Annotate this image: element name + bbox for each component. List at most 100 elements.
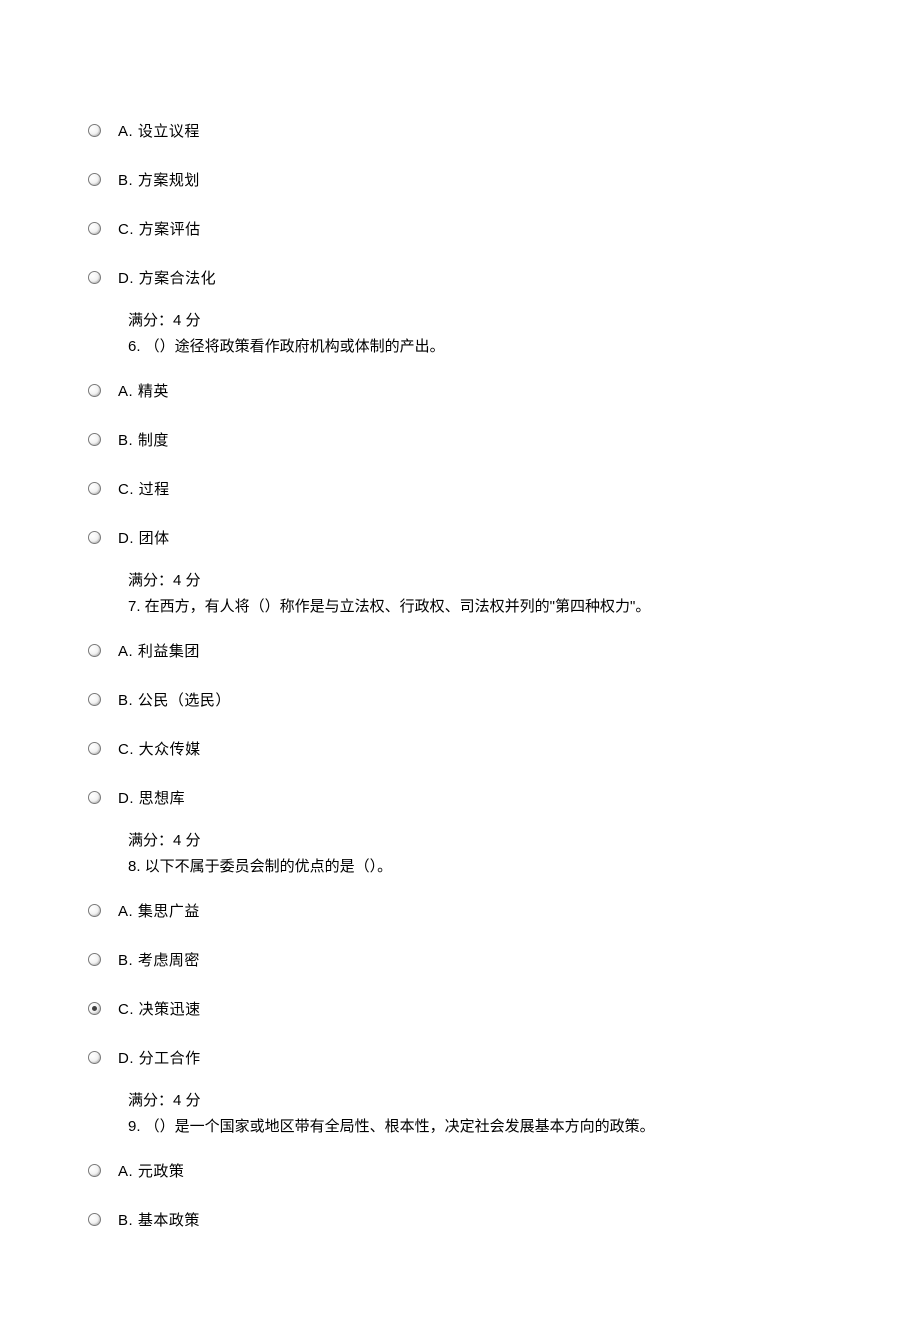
option-row[interactable]: A. 集思广益	[88, 900, 920, 921]
option-label: C. 决策迅速	[118, 998, 201, 1019]
option-row[interactable]: B. 公民（选民）	[88, 689, 920, 710]
option-row[interactable]: A. 精英	[88, 380, 920, 401]
option-letter: C.	[118, 481, 134, 498]
radio-button[interactable]	[88, 1002, 118, 1015]
option-row[interactable]: A. 利益集团	[88, 640, 920, 661]
option-row[interactable]: C. 过程	[88, 478, 920, 499]
option-text: 方案合法化	[134, 270, 216, 287]
radio-button[interactable]	[88, 482, 118, 495]
option-row[interactable]: D. 分工合作	[88, 1047, 920, 1068]
option-letter: A.	[118, 643, 133, 660]
radio-button[interactable]	[88, 271, 118, 284]
question-meta: 满分：4 分9. （）是一个国家或地区带有全局性、根本性，决定社会发展基本方向的…	[128, 1088, 920, 1140]
question-body: 以下不属于委员会制的优点的是（）。	[141, 858, 393, 875]
score-label: 满分：4 分	[128, 1088, 920, 1114]
option-letter: A.	[118, 903, 133, 920]
radio-icon	[88, 742, 101, 755]
option-text: 方案规划	[133, 172, 200, 189]
option-label: B. 公民（选民）	[118, 689, 231, 710]
radio-button[interactable]	[88, 791, 118, 804]
option-row[interactable]: D. 思想库	[88, 787, 920, 808]
option-row[interactable]: B. 制度	[88, 429, 920, 450]
option-letter: C.	[118, 1001, 134, 1018]
radio-button[interactable]	[88, 433, 118, 446]
option-text: 思想库	[134, 790, 185, 807]
option-label: D. 方案合法化	[118, 267, 216, 288]
option-text: 过程	[134, 481, 170, 498]
option-row[interactable]: B. 方案规划	[88, 169, 920, 190]
radio-icon	[88, 173, 101, 186]
radio-icon	[88, 482, 101, 495]
option-label: D. 分工合作	[118, 1047, 201, 1068]
option-text: 设立议程	[133, 123, 200, 140]
option-row[interactable]: D. 方案合法化	[88, 267, 920, 288]
option-letter: A.	[118, 123, 133, 140]
option-label: B. 方案规划	[118, 169, 200, 190]
option-row[interactable]: C. 大众传媒	[88, 738, 920, 759]
radio-button[interactable]	[88, 693, 118, 706]
option-letter: D.	[118, 270, 134, 287]
score-label: 满分：4 分	[128, 308, 920, 334]
option-letter: B.	[118, 432, 133, 449]
radio-icon	[88, 271, 101, 284]
score-label: 满分：4 分	[128, 828, 920, 854]
radio-button[interactable]	[88, 953, 118, 966]
option-label: C. 大众传媒	[118, 738, 201, 759]
radio-button[interactable]	[88, 222, 118, 235]
option-row[interactable]: B. 考虑周密	[88, 949, 920, 970]
option-letter: C.	[118, 221, 134, 238]
option-row[interactable]: C. 方案评估	[88, 218, 920, 239]
option-text: 分工合作	[134, 1050, 201, 1067]
radio-button[interactable]	[88, 124, 118, 137]
option-letter: C.	[118, 741, 134, 758]
option-row[interactable]: A. 设立议程	[88, 120, 920, 141]
option-text: 考虑周密	[133, 952, 200, 969]
option-label: A. 精英	[118, 380, 169, 401]
option-label: A. 设立议程	[118, 120, 200, 141]
score-label: 满分：4 分	[128, 568, 920, 594]
option-label: A. 元政策	[118, 1160, 184, 1181]
option-text: 元政策	[133, 1163, 184, 1180]
option-text: 集思广益	[133, 903, 200, 920]
option-text: 利益集团	[133, 643, 200, 660]
option-letter: B.	[118, 692, 133, 709]
option-text: 基本政策	[133, 1212, 200, 1229]
question-body: （）途径将政策看作政府机构或体制的产出。	[141, 338, 445, 355]
radio-icon	[88, 953, 101, 966]
radio-button[interactable]	[88, 384, 118, 397]
question-number: 7.	[128, 598, 141, 615]
question-meta: 满分：4 分8. 以下不属于委员会制的优点的是（）。	[128, 828, 920, 880]
radio-icon	[88, 222, 101, 235]
radio-button[interactable]	[88, 742, 118, 755]
question-text: 9. （）是一个国家或地区带有全局性、根本性，决定社会发展基本方向的政策。	[128, 1114, 920, 1140]
radio-button[interactable]	[88, 904, 118, 917]
radio-button[interactable]	[88, 1213, 118, 1226]
radio-icon	[88, 1002, 101, 1015]
option-text: 公民（选民）	[133, 692, 231, 709]
radio-icon	[88, 693, 101, 706]
option-text: 决策迅速	[134, 1001, 201, 1018]
option-text: 团体	[134, 530, 170, 547]
option-row[interactable]: B. 基本政策	[88, 1209, 920, 1230]
radio-button[interactable]	[88, 531, 118, 544]
option-text: 方案评估	[134, 221, 201, 238]
radio-icon	[88, 904, 101, 917]
radio-icon	[88, 644, 101, 657]
radio-button[interactable]	[88, 1164, 118, 1177]
radio-button[interactable]	[88, 1051, 118, 1064]
question-number: 6.	[128, 338, 141, 355]
option-label: A. 利益集团	[118, 640, 200, 661]
radio-icon	[88, 1213, 101, 1226]
option-label: C. 方案评估	[118, 218, 201, 239]
radio-button[interactable]	[88, 644, 118, 657]
radio-icon	[88, 791, 101, 804]
option-row[interactable]: D. 团体	[88, 527, 920, 548]
question-body: 在西方，有人将（）称作是与立法权、行政权、司法权并列的"第四种权力"。	[141, 598, 651, 615]
option-row[interactable]: C. 决策迅速	[88, 998, 920, 1019]
option-row[interactable]: A. 元政策	[88, 1160, 920, 1181]
question-text: 8. 以下不属于委员会制的优点的是（）。	[128, 854, 920, 880]
option-letter: A.	[118, 383, 133, 400]
question-meta: 满分：4 分 7. 在西方，有人将（）称作是与立法权、行政权、司法权并列的"第四种…	[128, 568, 920, 620]
radio-button[interactable]	[88, 173, 118, 186]
radio-icon	[88, 1164, 101, 1177]
